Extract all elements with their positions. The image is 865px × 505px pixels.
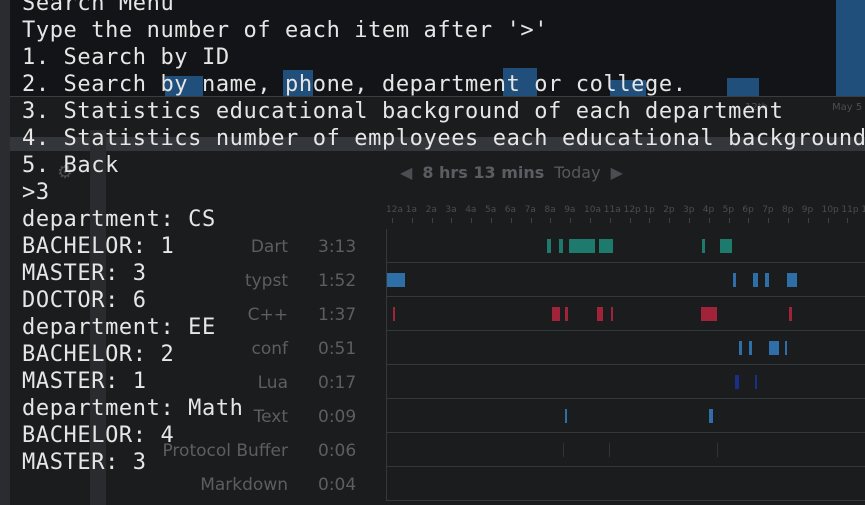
terminal-line: Type the number of each item after '>' (22, 18, 549, 43)
language-name: Markdown (200, 475, 288, 495)
terminal-line: Search Menu (22, 0, 175, 16)
terminal-line: >3 (22, 180, 50, 205)
terminal-line: department: Math (22, 396, 244, 421)
terminal-line: BACHELOR: 2 (22, 342, 175, 367)
terminal-line: MASTER: 3 (22, 261, 147, 286)
language-duration: 0:04 (318, 475, 357, 495)
terminal-line: 5. Back (22, 153, 119, 178)
terminal-line: DOCTOR: 6 (22, 288, 147, 313)
terminal-line: 2. Search by name, phone, department or … (22, 72, 687, 97)
terminal-line: BACHELOR: 4 (22, 423, 175, 448)
terminal-line: BACHELOR: 1 (22, 234, 175, 259)
terminal-line: MASTER: 1 (22, 369, 147, 394)
terminal-line: department: EE (22, 315, 216, 340)
terminal-output: Search Menu Type the number of each item … (22, 0, 865, 476)
terminal-line: MASTER: 3 (22, 450, 147, 475)
terminal-line: 3. Statistics educational background of … (22, 99, 784, 124)
terminal-line: department: CS (22, 207, 216, 232)
terminal-line: 4. Statistics number of employees each e… (22, 126, 865, 151)
window-left-rail (0, 0, 10, 505)
terminal-line: 1. Search by ID (22, 45, 230, 70)
